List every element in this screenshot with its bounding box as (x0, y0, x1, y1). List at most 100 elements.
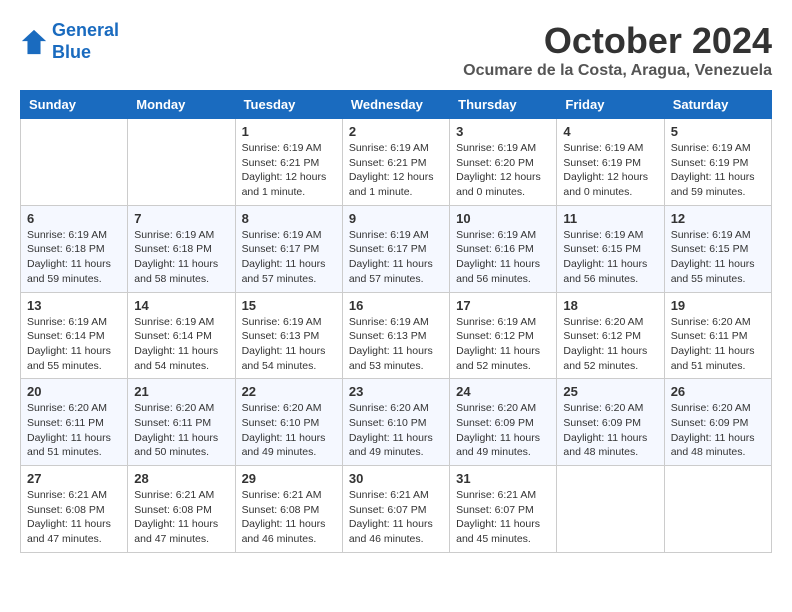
day-number: 7 (134, 211, 228, 226)
weekday-header: Tuesday (235, 91, 342, 119)
calendar-cell: 2Sunrise: 6:19 AM Sunset: 6:21 PM Daylig… (342, 119, 449, 206)
day-info: Sunrise: 6:19 AM Sunset: 6:18 PM Dayligh… (27, 228, 121, 287)
day-number: 13 (27, 298, 121, 313)
calendar-cell: 22 Sunrise: 6:20 AM Sunset: 6:10 PM Dayli… (235, 379, 342, 466)
calendar-cell (128, 119, 235, 206)
calendar-week-row: 13 Sunrise: 6:19 AM Sunset: 6:14 PM Dayli… (21, 292, 772, 379)
calendar-cell (557, 466, 664, 553)
day-info: Sunrise: 6:19 AM Sunset: 6:17 PM Dayligh… (349, 228, 443, 287)
calendar-cell: 1Sunrise: 6:19 AM Sunset: 6:21 PM Daylig… (235, 119, 342, 206)
day-info: Sunrise: 6:19 AM Sunset: 6:19 PM Dayligh… (563, 141, 657, 200)
calendar-cell: 12Sunrise: 6:19 AM Sunset: 6:15 PM Dayli… (664, 205, 771, 292)
calendar-cell: 9 Sunrise: 6:19 AM Sunset: 6:17 PM Daylig… (342, 205, 449, 292)
calendar-cell: 30 Sunrise: 6:21 AM Sunset: 6:07 PM Dayli… (342, 466, 449, 553)
calendar-cell: 18Sunrise: 6:20 AM Sunset: 6:12 PM Dayli… (557, 292, 664, 379)
month-title: October 2024 (463, 20, 772, 62)
calendar-cell: 26 Sunrise: 6:20 AM Sunset: 6:09 PM Dayli… (664, 379, 771, 466)
day-number: 10 (456, 211, 550, 226)
day-info: Sunrise: 6:21 AM Sunset: 6:08 PM Dayligh… (27, 488, 121, 547)
day-number: 31 (456, 471, 550, 486)
calendar-week-row: 20 Sunrise: 6:20 AM Sunset: 6:11 PM Dayli… (21, 379, 772, 466)
calendar-cell (664, 466, 771, 553)
calendar-cell: 6 Sunrise: 6:19 AM Sunset: 6:18 PM Daylig… (21, 205, 128, 292)
day-info: Sunrise: 6:19 AM Sunset: 6:20 PM Dayligh… (456, 141, 550, 200)
day-number: 6 (27, 211, 121, 226)
day-info: Sunrise: 6:21 AM Sunset: 6:08 PM Dayligh… (134, 488, 228, 547)
day-info: Sunrise: 6:21 AM Sunset: 6:08 PM Dayligh… (242, 488, 336, 547)
day-number: 9 (349, 211, 443, 226)
calendar-cell: 10Sunrise: 6:19 AM Sunset: 6:16 PM Dayli… (450, 205, 557, 292)
day-info: Sunrise: 6:20 AM Sunset: 6:10 PM Dayligh… (349, 401, 443, 460)
day-number: 16 (349, 298, 443, 313)
calendar-week-row: 1Sunrise: 6:19 AM Sunset: 6:21 PM Daylig… (21, 119, 772, 206)
day-info: Sunrise: 6:19 AM Sunset: 6:13 PM Dayligh… (349, 315, 443, 374)
calendar-cell: 8 Sunrise: 6:19 AM Sunset: 6:17 PM Daylig… (235, 205, 342, 292)
title-area: October 2024 Ocumare de la Costa, Aragua… (463, 20, 772, 80)
day-info: Sunrise: 6:19 AM Sunset: 6:19 PM Dayligh… (671, 141, 765, 200)
calendar-cell: 25 Sunrise: 6:20 AM Sunset: 6:09 PM Dayli… (557, 379, 664, 466)
day-number: 12 (671, 211, 765, 226)
weekday-header: Saturday (664, 91, 771, 119)
calendar-cell: 19Sunrise: 6:20 AM Sunset: 6:11 PM Dayli… (664, 292, 771, 379)
day-number: 8 (242, 211, 336, 226)
day-number: 18 (563, 298, 657, 313)
day-info: Sunrise: 6:20 AM Sunset: 6:11 PM Dayligh… (671, 315, 765, 374)
day-number: 21 (134, 384, 228, 399)
calendar-cell: 15Sunrise: 6:19 AM Sunset: 6:13 PM Dayli… (235, 292, 342, 379)
calendar-header: SundayMondayTuesdayWednesdayThursdayFrid… (21, 91, 772, 119)
weekday-header: Wednesday (342, 91, 449, 119)
weekday-header: Friday (557, 91, 664, 119)
day-info: Sunrise: 6:19 AM Sunset: 6:18 PM Dayligh… (134, 228, 228, 287)
day-info: Sunrise: 6:20 AM Sunset: 6:09 PM Dayligh… (456, 401, 550, 460)
calendar-cell: 20 Sunrise: 6:20 AM Sunset: 6:11 PM Dayli… (21, 379, 128, 466)
day-info: Sunrise: 6:19 AM Sunset: 6:15 PM Dayligh… (563, 228, 657, 287)
weekday-header: Sunday (21, 91, 128, 119)
calendar-cell: 28 Sunrise: 6:21 AM Sunset: 6:08 PM Dayli… (128, 466, 235, 553)
logo: General Blue (20, 20, 119, 63)
calendar-cell: 3 Sunrise: 6:19 AM Sunset: 6:20 PM Daylig… (450, 119, 557, 206)
day-number: 4 (563, 124, 657, 139)
weekday-header: Thursday (450, 91, 557, 119)
day-info: Sunrise: 6:20 AM Sunset: 6:09 PM Dayligh… (671, 401, 765, 460)
calendar-cell: 5Sunrise: 6:19 AM Sunset: 6:19 PM Daylig… (664, 119, 771, 206)
day-number: 25 (563, 384, 657, 399)
calendar-cell: 16 Sunrise: 6:19 AM Sunset: 6:13 PM Dayli… (342, 292, 449, 379)
day-number: 1 (242, 124, 336, 139)
day-number: 22 (242, 384, 336, 399)
day-info: Sunrise: 6:19 AM Sunset: 6:17 PM Dayligh… (242, 228, 336, 287)
day-info: Sunrise: 6:19 AM Sunset: 6:14 PM Dayligh… (134, 315, 228, 374)
calendar-cell: 7 Sunrise: 6:19 AM Sunset: 6:18 PM Daylig… (128, 205, 235, 292)
day-info: Sunrise: 6:20 AM Sunset: 6:09 PM Dayligh… (563, 401, 657, 460)
logo-icon (20, 28, 48, 56)
day-info: Sunrise: 6:21 AM Sunset: 6:07 PM Dayligh… (349, 488, 443, 547)
day-number: 30 (349, 471, 443, 486)
calendar-cell: 21 Sunrise: 6:20 AM Sunset: 6:11 PM Dayli… (128, 379, 235, 466)
day-number: 26 (671, 384, 765, 399)
calendar-cell: 27Sunrise: 6:21 AM Sunset: 6:08 PM Dayli… (21, 466, 128, 553)
day-info: Sunrise: 6:20 AM Sunset: 6:10 PM Dayligh… (242, 401, 336, 460)
day-number: 2 (349, 124, 443, 139)
calendar-cell: 23 Sunrise: 6:20 AM Sunset: 6:10 PM Dayli… (342, 379, 449, 466)
calendar-week-row: 27Sunrise: 6:21 AM Sunset: 6:08 PM Dayli… (21, 466, 772, 553)
location: Ocumare de la Costa, Aragua, Venezuela (463, 62, 772, 80)
day-number: 14 (134, 298, 228, 313)
calendar-cell: 29 Sunrise: 6:21 AM Sunset: 6:08 PM Dayli… (235, 466, 342, 553)
day-info: Sunrise: 6:19 AM Sunset: 6:13 PM Dayligh… (242, 315, 336, 374)
day-number: 23 (349, 384, 443, 399)
calendar-week-row: 6 Sunrise: 6:19 AM Sunset: 6:18 PM Daylig… (21, 205, 772, 292)
day-number: 28 (134, 471, 228, 486)
calendar-cell: 11Sunrise: 6:19 AM Sunset: 6:15 PM Dayli… (557, 205, 664, 292)
day-info: Sunrise: 6:20 AM Sunset: 6:11 PM Dayligh… (134, 401, 228, 460)
day-info: Sunrise: 6:19 AM Sunset: 6:12 PM Dayligh… (456, 315, 550, 374)
calendar-cell: 4 Sunrise: 6:19 AM Sunset: 6:19 PM Daylig… (557, 119, 664, 206)
day-number: 29 (242, 471, 336, 486)
calendar-cell: 31 Sunrise: 6:21 AM Sunset: 6:07 PM Dayli… (450, 466, 557, 553)
day-info: Sunrise: 6:21 AM Sunset: 6:07 PM Dayligh… (456, 488, 550, 547)
day-info: Sunrise: 6:20 AM Sunset: 6:11 PM Dayligh… (27, 401, 121, 460)
day-number: 20 (27, 384, 121, 399)
calendar-cell: 17Sunrise: 6:19 AM Sunset: 6:12 PM Dayli… (450, 292, 557, 379)
calendar-cell: 13Sunrise: 6:19 AM Sunset: 6:14 PM Dayli… (21, 292, 128, 379)
weekday-header: Monday (128, 91, 235, 119)
calendar-cell (21, 119, 128, 206)
day-number: 3 (456, 124, 550, 139)
